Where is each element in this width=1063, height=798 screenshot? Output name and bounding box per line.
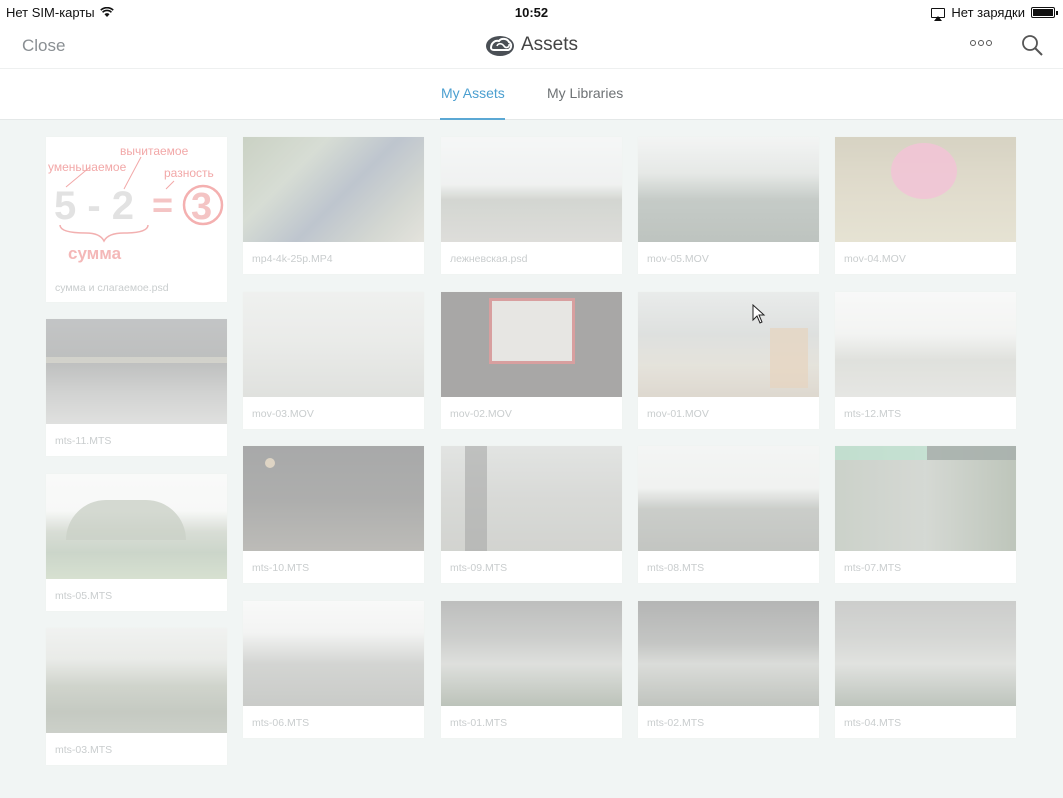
asset-name: mov-05.MOV bbox=[647, 253, 709, 265]
asset-name: лежневская.psd bbox=[450, 253, 528, 265]
asset-name: сумма и слагаемое.psd bbox=[55, 282, 169, 294]
asset-name: mts-01.MTS bbox=[450, 717, 508, 729]
equals-sign: = bbox=[152, 184, 173, 225]
asset-card[interactable]: mov-04.MOV bbox=[835, 137, 1016, 274]
asset-card[interactable]: mov-05.MOV bbox=[638, 137, 819, 274]
asset-thumbnail bbox=[243, 446, 424, 551]
asset-name: mov-04.MOV bbox=[844, 253, 906, 265]
asset-card[interactable]: mts-09.MTS bbox=[441, 446, 622, 583]
asset-thumbnail bbox=[46, 319, 227, 424]
asset-card[interactable]: mts-08.MTS bbox=[638, 446, 819, 583]
asset-thumbnail bbox=[441, 601, 622, 706]
asset-name: mts-07.MTS bbox=[844, 562, 902, 574]
asset-name: mov-03.MOV bbox=[252, 408, 314, 420]
tab-my-libraries[interactable]: My Libraries bbox=[547, 85, 623, 101]
asset-thumbnail bbox=[243, 292, 424, 397]
charging-text: Нет зарядки bbox=[951, 5, 1025, 20]
navigation-bar: Close Assets bbox=[0, 24, 1063, 68]
asset-card[interactable]: mov-03.MOV bbox=[243, 292, 424, 429]
asset-card[interactable]: mp4-4k-25p.MP4 bbox=[243, 137, 424, 274]
page-title: Assets bbox=[0, 33, 1063, 57]
asset-card[interactable]: mts-04.MTS bbox=[835, 601, 1016, 738]
airplay-icon bbox=[931, 7, 946, 21]
status-bar: Нет SIM-карты 10:52 Нет зарядки bbox=[0, 0, 1063, 24]
asset-thumbnail bbox=[638, 292, 819, 397]
status-right: Нет зарядки bbox=[931, 5, 1058, 21]
asset-name: mts-03.MTS bbox=[55, 744, 113, 756]
asset-card[interactable]: mts-01.MTS bbox=[441, 601, 622, 738]
asset-card[interactable]: mov-01.MOV bbox=[638, 292, 819, 429]
asset-name: mov-02.MOV bbox=[450, 408, 512, 420]
asset-thumbnail bbox=[243, 601, 424, 706]
asset-thumbnail bbox=[638, 601, 819, 706]
asset-name: mts-10.MTS bbox=[252, 562, 310, 574]
asset-thumbnail bbox=[46, 628, 227, 733]
asset-name: mts-04.MTS bbox=[844, 717, 902, 729]
math-diagram-image: вычитаемое уменьшаемое разность 5 - 2 = … bbox=[48, 144, 224, 263]
asset-card[interactable]: mts-11.MTS bbox=[46, 319, 227, 456]
asset-name: mts-02.MTS bbox=[647, 717, 705, 729]
asset-thumbnail bbox=[441, 292, 622, 397]
asset-thumbnail bbox=[835, 292, 1016, 397]
minuend-label: уменьшаемое bbox=[48, 160, 127, 174]
sum-label: сумма bbox=[68, 244, 122, 263]
asset-card[interactable]: mts-05.MTS bbox=[46, 474, 227, 611]
creative-cloud-logo-icon bbox=[485, 36, 514, 56]
asset-thumbnail bbox=[835, 446, 1016, 551]
asset-card[interactable]: mts-07.MTS bbox=[835, 446, 1016, 583]
asset-card[interactable]: вычитаемое уменьшаемое разность 5 - 2 = … bbox=[46, 137, 227, 302]
asset-name: mts-05.MTS bbox=[55, 590, 113, 602]
asset-card[interactable]: mov-02.MOV bbox=[441, 292, 622, 429]
asset-card[interactable]: mts-10.MTS bbox=[243, 446, 424, 583]
asset-name: mts-12.MTS bbox=[844, 408, 902, 420]
asset-thumbnail bbox=[638, 446, 819, 551]
asset-name: mp4-4k-25p.MP4 bbox=[252, 253, 333, 265]
tab-bar: My Assets My Libraries bbox=[0, 68, 1063, 120]
asset-thumbnail bbox=[835, 137, 1016, 242]
asset-card[interactable]: mts-12.MTS bbox=[835, 292, 1016, 429]
asset-card[interactable]: mts-06.MTS bbox=[243, 601, 424, 738]
asset-name: mov-01.MOV bbox=[647, 408, 709, 420]
asset-thumbnail bbox=[441, 446, 622, 551]
equation-left: 5 - 2 bbox=[54, 184, 134, 228]
asset-thumbnail bbox=[441, 137, 622, 242]
asset-name: mts-08.MTS bbox=[647, 562, 705, 574]
search-icon[interactable] bbox=[1020, 33, 1044, 57]
subtrahend-label: вычитаемое bbox=[120, 144, 189, 158]
asset-name: mts-11.MTS bbox=[55, 435, 112, 447]
more-options-icon[interactable] bbox=[970, 40, 992, 46]
asset-thumbnail bbox=[243, 137, 424, 242]
asset-thumbnail bbox=[46, 474, 227, 579]
asset-thumbnail bbox=[638, 137, 819, 242]
asset-name: mts-09.MTS bbox=[450, 562, 508, 574]
mouse-cursor-icon bbox=[752, 304, 766, 324]
battery-icon bbox=[1031, 7, 1058, 18]
tab-my-assets[interactable]: My Assets bbox=[441, 85, 505, 101]
difference-label: разность bbox=[164, 166, 214, 180]
asset-name: mts-06.MTS bbox=[252, 717, 310, 729]
asset-card[interactable]: mts-02.MTS bbox=[638, 601, 819, 738]
asset-card[interactable]: mts-03.MTS bbox=[46, 628, 227, 765]
asset-thumbnail: вычитаемое уменьшаемое разность 5 - 2 = … bbox=[46, 137, 227, 267]
asset-card[interactable]: лежневская.psd bbox=[441, 137, 622, 274]
active-tab-indicator bbox=[440, 118, 505, 120]
result-number: 3 bbox=[191, 186, 212, 228]
page-title-text: Assets bbox=[520, 34, 579, 55]
clock: 10:52 bbox=[514, 5, 549, 20]
asset-thumbnail bbox=[835, 601, 1016, 706]
